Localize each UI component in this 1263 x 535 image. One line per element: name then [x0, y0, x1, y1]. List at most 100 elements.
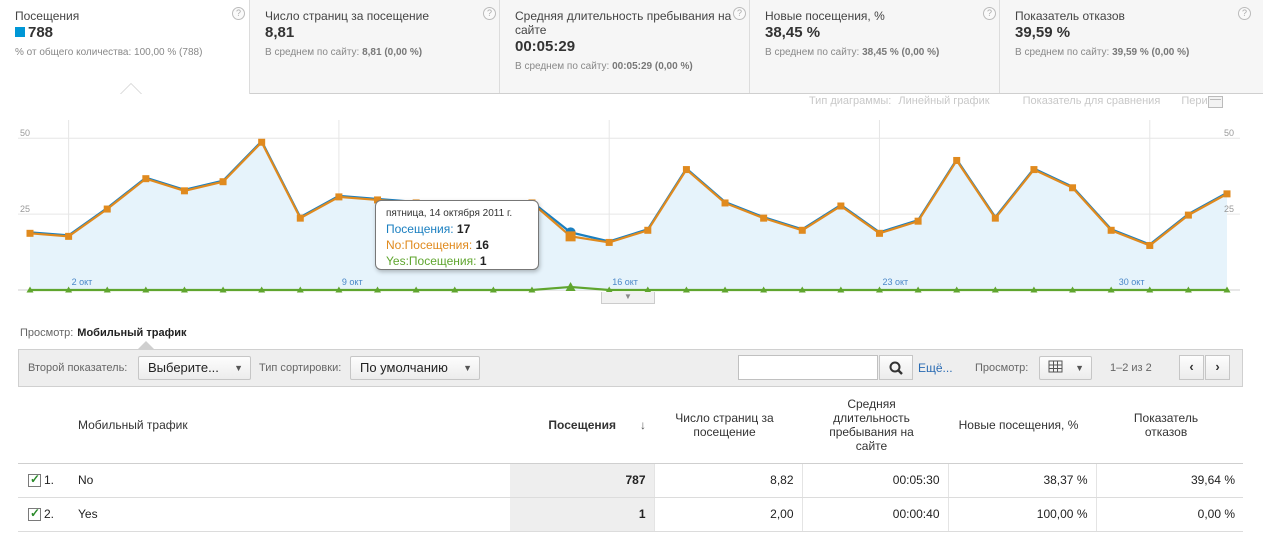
- tooltip-series-label: Yes:Посещения:: [386, 254, 477, 268]
- secondary-dimension-value: Выберите...: [148, 360, 219, 375]
- col-header-new-visits[interactable]: Новые посещения, %: [948, 387, 1096, 464]
- tab-visits[interactable]: Посещения 788 % от общего количества: 10…: [0, 0, 250, 94]
- row-pages-per-visit: 8,82: [653, 463, 802, 498]
- calendar-icon[interactable]: [1208, 96, 1223, 108]
- tooltip-series-value: 17: [456, 222, 471, 236]
- tab-pages-per-visit[interactable]: Число страниц за посещение 8,81 В средне…: [250, 0, 500, 93]
- tab-avg-duration[interactable]: Средняя длительность пребывания на сайте…: [500, 0, 750, 93]
- row-dimension-value[interactable]: Yes: [70, 497, 510, 532]
- search-input[interactable]: [738, 355, 878, 380]
- tab-new-visits[interactable]: Новые посещения, % 38,45 % В среднем по …: [750, 0, 1000, 93]
- row-visits: 787: [510, 463, 654, 498]
- chevron-down-icon: ▼: [463, 363, 472, 373]
- tab-pages-title: Число страниц за посещение: [265, 9, 429, 23]
- data-point-marker: [142, 175, 150, 183]
- data-point-marker: [1146, 241, 1154, 249]
- selected-tab-pointer: [120, 83, 142, 94]
- data-point-marker: [1107, 226, 1115, 234]
- tooltip-series-value: 16: [475, 238, 489, 252]
- pagination-label: 1–2 из 2: [1110, 362, 1152, 374]
- y-tick-label-right: 50: [1224, 128, 1234, 138]
- table-toolbar: Второй показатель: Выберите... ▼ Тип сорт…: [18, 349, 1243, 387]
- help-icon[interactable]: ?: [733, 7, 746, 20]
- data-point-marker: [644, 226, 652, 234]
- data-point-marker: [605, 238, 613, 246]
- data-point-marker: [953, 156, 961, 164]
- row-avg-duration: 00:00:40: [801, 497, 948, 532]
- tab-bounce-rate[interactable]: Показатель отказов 39,59 % В среднем по …: [1000, 0, 1263, 93]
- data-point-marker: [1223, 190, 1231, 198]
- series-area: [30, 141, 1227, 290]
- help-icon[interactable]: ?: [1238, 7, 1251, 20]
- help-icon[interactable]: ?: [483, 7, 496, 20]
- row-bounce-rate: 39,64 %: [1095, 463, 1243, 498]
- row-dimension-value[interactable]: No: [70, 463, 510, 498]
- view-mode-dropdown[interactable]: ▼: [1039, 356, 1092, 380]
- x-tick-label: 30 окт: [1119, 277, 1145, 287]
- tab-new-value: 38,45 %: [765, 24, 821, 41]
- help-icon[interactable]: ?: [983, 7, 996, 20]
- row-number: 2.: [44, 507, 55, 522]
- compare-metric-link[interactable]: Показатель для сравнения: [1023, 95, 1161, 107]
- y-tick-label-left: 50: [20, 128, 30, 138]
- search-button[interactable]: [879, 355, 913, 380]
- chart-type-link[interactable]: Линейный график: [898, 95, 989, 107]
- row-checkbox[interactable]: [28, 472, 41, 487]
- row-pages-per-visit: 2,00: [653, 497, 802, 532]
- col-header-pages-per-visit[interactable]: Число страниц за посещение: [654, 387, 802, 464]
- tab-duration-sub-value: 00:05:29 (0,00 %): [612, 61, 693, 72]
- sort-type-dropdown[interactable]: По умолчанию ▼: [350, 356, 480, 380]
- data-point-marker: [721, 199, 729, 207]
- chart-collapse-handle[interactable]: ▼: [601, 292, 655, 304]
- data-point-marker: [1030, 166, 1038, 174]
- tab-visits-title: Посещения: [15, 9, 80, 23]
- secondary-dimension-dropdown[interactable]: Выберите... ▼: [138, 356, 251, 380]
- tab-duration-title: Средняя длительность пребывания на сайте: [515, 9, 732, 37]
- data-point-marker: [103, 205, 111, 213]
- help-icon[interactable]: ?: [232, 7, 245, 20]
- y-tick-label-right: 25: [1224, 204, 1234, 214]
- table-header-row: Мобильный трафик Посещения ↓ Число страни…: [18, 387, 1243, 464]
- series-color-swatch: [15, 27, 25, 37]
- data-table: Мобильный трафик Посещения ↓ Число страни…: [18, 387, 1243, 532]
- view-value[interactable]: Мобильный трафик: [77, 327, 186, 339]
- data-point-marker: [26, 229, 34, 237]
- col-header-bounce-rate[interactable]: Показатель отказов: [1096, 387, 1243, 464]
- col-header-visits[interactable]: Посещения ↓: [510, 387, 654, 464]
- tooltip-series-label: No:Посещения:: [386, 238, 473, 252]
- col-header-visits-label: Посещения: [548, 417, 616, 432]
- table-row[interactable]: 2. Yes 1 2,00 00:00:40 100,00 % 0,00 %: [18, 497, 1243, 532]
- tab-pages-value: 8,81: [265, 24, 295, 41]
- chevron-down-icon: ▼: [234, 363, 243, 373]
- chart-options: Тип диаграммы: Линейный график Показател…: [791, 95, 1223, 107]
- tooltip-date: пятница, 14 октября 2011 г.: [386, 208, 513, 219]
- data-point-marker: [180, 187, 188, 195]
- row-visits: 1: [510, 497, 654, 532]
- data-point-marker: [991, 214, 999, 222]
- view-mode-label: Просмотр:: [975, 362, 1029, 374]
- col-header-pages-label: Число страниц за посещение: [675, 410, 774, 439]
- more-link[interactable]: Ещё...: [918, 361, 953, 375]
- col-header-new-label: Новые посещения, %: [958, 417, 1079, 432]
- tooltip-series-label: Посещения:: [386, 222, 454, 236]
- data-point-marker: [565, 231, 576, 242]
- data-point-marker: [798, 226, 806, 234]
- line-chart: 50 50 25 25 2 окт 9 окт 16 окт 23 окт 30 окт: [18, 120, 1240, 293]
- table-row[interactable]: 1. No 787 8,82 00:05:30 38,37 % 39,64 %: [18, 463, 1243, 498]
- data-point-marker: [760, 214, 768, 222]
- sort-type-value: По умолчанию: [360, 360, 448, 375]
- next-page-button[interactable]: ›: [1205, 355, 1230, 380]
- search-icon: [889, 361, 903, 375]
- col-header-avg-duration[interactable]: Средняя длительность пребывания на сайте: [802, 387, 948, 464]
- data-point-marker: [258, 138, 266, 146]
- row-new-visits: 100,00 %: [947, 497, 1096, 532]
- sort-type-label: Тип сортировки:: [259, 362, 342, 374]
- chart-type-label: Тип диаграммы:: [808, 95, 892, 107]
- col-header-mobile-traffic[interactable]: Мобильный трафик: [70, 387, 510, 464]
- tab-visits-sub: % от общего количества: 100,00 % (788): [15, 47, 203, 58]
- row-checkbox[interactable]: [28, 506, 41, 521]
- view-label: Просмотр:: [20, 327, 74, 339]
- data-point-marker: [65, 232, 73, 240]
- prev-page-button[interactable]: ‹: [1179, 355, 1204, 380]
- metric-tabs: Посещения 788 % от общего количества: 10…: [0, 0, 1263, 94]
